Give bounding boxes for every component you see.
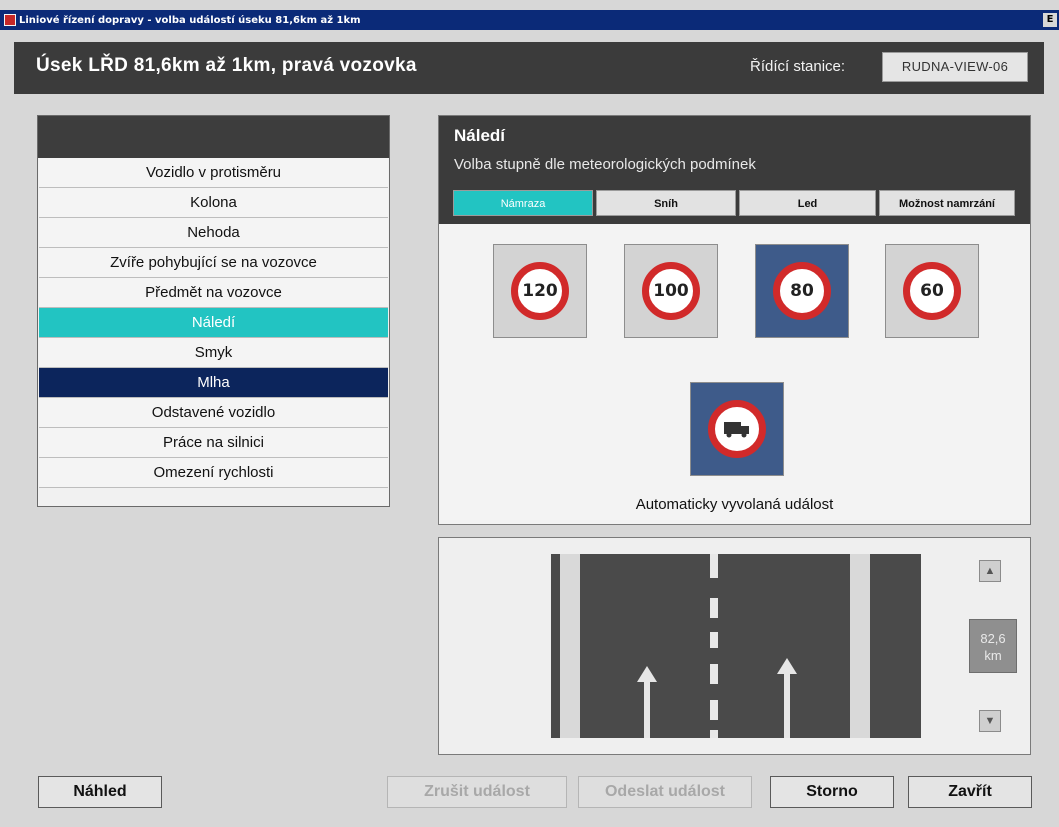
event-item[interactable]: Smyk	[39, 338, 388, 368]
speed-limit-sign-tile[interactable]: 100	[624, 244, 718, 338]
speed-limit-icon: 100	[642, 262, 700, 320]
station-value: RUDNA-VIEW-06	[882, 52, 1028, 82]
condition-tab[interactable]: Možnost namrzání	[879, 190, 1015, 216]
lane-arrow-up-icon	[637, 666, 657, 738]
center-dash	[710, 554, 718, 578]
page-title: Úsek LŘD 81,6km až 1km, pravá vozovka	[36, 55, 417, 76]
event-list: Vozidlo v protisměru Kolona Nehoda Zvíře po…	[38, 158, 389, 488]
condition-tab[interactable]: Led	[739, 190, 876, 216]
event-item[interactable]: Náledí	[39, 308, 388, 338]
send-event-button[interactable]: Odeslat událost	[578, 776, 752, 808]
cancel-event-button[interactable]: Zrušit událost	[387, 776, 567, 808]
center-dash	[710, 730, 718, 738]
center-dash	[710, 664, 718, 684]
speed-limit-sign-tile[interactable]: 120	[493, 244, 587, 338]
event-item[interactable]: Práce na silnici	[39, 428, 388, 458]
km-indicator: 82,6 km	[969, 619, 1017, 673]
no-trucks-sign-tile[interactable]	[690, 382, 784, 476]
event-list-panel: Vozidlo v protisměru Kolona Nehoda Zvíře po…	[37, 115, 390, 507]
ice-subtitle: Volba stupně dle meteorologických podmín…	[454, 156, 756, 173]
condition-tab[interactable]: Námraza	[453, 190, 593, 216]
speed-limit-icon: 60	[903, 262, 961, 320]
event-item[interactable]: Zvíře pohybující se na vozovce	[39, 248, 388, 278]
ice-title: Náledí	[454, 126, 506, 145]
ice-panel: Náledí Volba stupně dle meteorologických…	[438, 115, 1031, 525]
window-titlebar: Liniové řízení dopravy - volba událostí …	[0, 10, 1059, 30]
event-list-header	[38, 116, 389, 158]
no-trucks-icon	[708, 400, 766, 458]
event-item[interactable]: Omezení rychlosti	[39, 458, 388, 488]
center-dash	[710, 632, 718, 648]
window-title: Liniové řízení dopravy - volba událostí …	[19, 14, 361, 26]
event-item[interactable]: Kolona	[39, 188, 388, 218]
right-edge-line	[850, 554, 870, 738]
speed-limit-icon: 120	[511, 262, 569, 320]
speed-limit-sign-tile[interactable]: 80	[755, 244, 849, 338]
center-dash	[710, 598, 718, 618]
storno-button[interactable]: Storno	[770, 776, 894, 808]
close-button[interactable]: Zavřít	[908, 776, 1032, 808]
condition-tab[interactable]: Sníh	[596, 190, 736, 216]
center-dash	[710, 700, 718, 720]
event-item[interactable]: Nehoda	[39, 218, 388, 248]
section-header: Úsek LŘD 81,6km až 1km, pravá vozovka Ří…	[14, 42, 1044, 94]
condition-tabs: Námraza Sníh Led Možnost namrzání	[453, 190, 1015, 216]
event-item[interactable]: Předmět na vozovce	[39, 278, 388, 308]
scroll-up-button[interactable]: ▲	[979, 560, 1001, 582]
road-diagram	[551, 554, 921, 738]
ice-header: Náledí Volba stupně dle meteorologických…	[439, 116, 1030, 224]
speed-limit-icon: 80	[773, 262, 831, 320]
km-unit: km	[984, 648, 1002, 663]
km-value: 82,6	[980, 631, 1006, 646]
window-close-button[interactable]: E	[1043, 13, 1057, 27]
event-item[interactable]: Vozidlo v protisměru	[39, 158, 388, 188]
station-label: Řídící stanice:	[750, 58, 846, 75]
scroll-down-button[interactable]: ▼	[979, 710, 1001, 732]
event-item[interactable]: Odstavené vozidlo	[39, 398, 388, 428]
road-panel: ▲ 82,6 km ▼	[438, 537, 1031, 755]
app-icon	[4, 14, 16, 26]
preview-button[interactable]: Náhled	[38, 776, 162, 808]
auto-event-label: Automaticky vyvolaná událost	[635, 496, 834, 513]
speed-limit-sign-tile[interactable]: 60	[885, 244, 979, 338]
lane-arrow-up-icon	[777, 658, 797, 738]
event-item[interactable]: Mlha	[39, 368, 388, 398]
left-edge-line	[560, 554, 580, 738]
